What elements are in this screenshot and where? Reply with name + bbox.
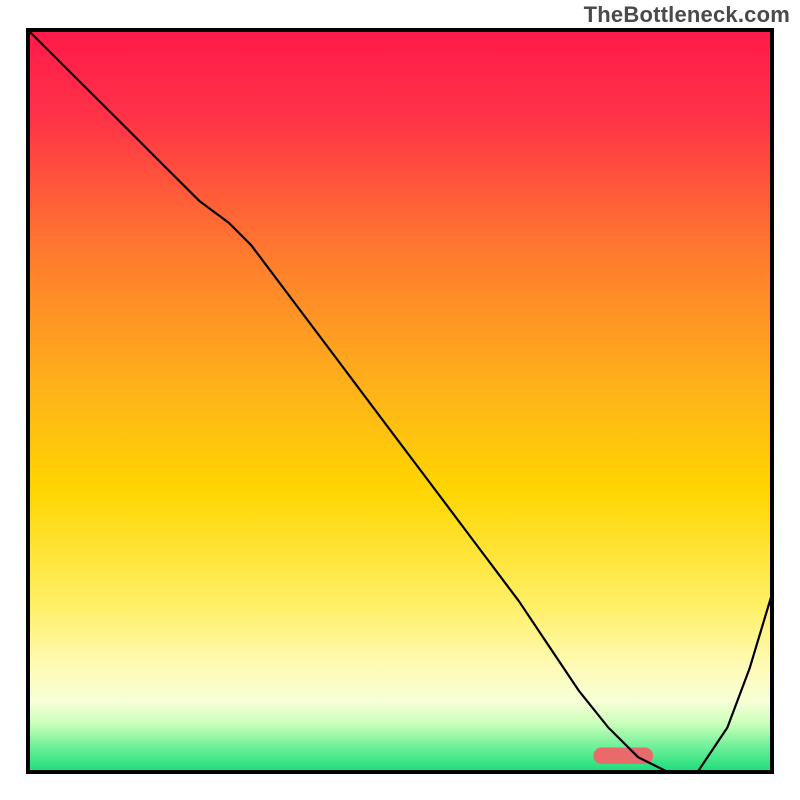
chart-canvas: [0, 0, 800, 800]
bottleneck-chart: TheBottleneck.com: [0, 0, 800, 800]
watermark-text: TheBottleneck.com: [584, 2, 790, 28]
optimal-range-marker: [593, 748, 653, 764]
